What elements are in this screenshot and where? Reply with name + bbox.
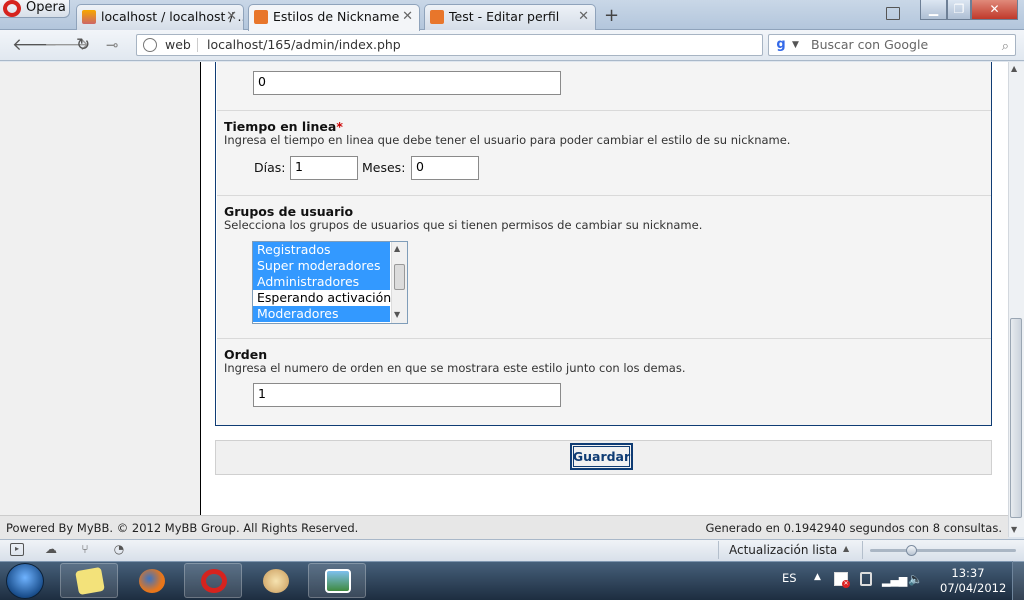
page-footer: Powered By MyBB. © 2012 MyBB Group. All … <box>0 515 1008 539</box>
online-time-label: Tiempo en linea* <box>224 119 343 134</box>
order-description: Ingresa el numero de orden en que se mos… <box>224 361 686 375</box>
zoom-slider-track[interactable] <box>870 549 1016 552</box>
mybb-icon <box>430 10 444 24</box>
form-row-online-time: Tiempo en linea* Ingresa el tiempo en li… <box>217 111 991 196</box>
show-desktop-button[interactable] <box>1012 561 1024 600</box>
taskbar-firefox[interactable] <box>122 563 180 598</box>
page-content: 0 Tiempo en linea* Ingresa el tiempo en … <box>0 62 1008 515</box>
taskbar-opera[interactable] <box>184 563 242 598</box>
scroll-up-icon[interactable]: ▲ <box>394 244 400 253</box>
footer-generation-time: Generado en 0.1942940 segundos con 8 con… <box>705 521 1002 535</box>
opera-icon <box>201 569 227 593</box>
address-bar[interactable]: web localhost/165/admin/index.php <box>136 34 763 56</box>
close-icon[interactable]: ✕ <box>226 5 237 29</box>
globe-icon <box>143 38 157 52</box>
tab-phpmyadmin[interactable]: localhost / localhost / ... ✕ <box>76 4 244 30</box>
months-label: Meses: <box>362 160 406 175</box>
form-row-top: 0 <box>217 62 991 111</box>
volume-icon[interactable]: 🔈 <box>908 572 923 586</box>
zoom-slider-handle[interactable] <box>906 545 917 556</box>
select-option[interactable]: Registrados <box>253 242 390 258</box>
close-window-button[interactable]: ✕ <box>971 0 1018 20</box>
online-time-description: Ingresa el tiempo en linea que debe tene… <box>224 133 791 147</box>
sticky-notes-icon <box>75 566 105 596</box>
scroll-down-icon[interactable]: ▼ <box>394 310 400 319</box>
clock-date: 07/04/2012 <box>940 581 1007 595</box>
select-option[interactable]: Administradores <box>253 274 390 290</box>
admin-sidebar <box>0 62 201 515</box>
power-icon[interactable] <box>860 572 872 586</box>
search-input[interactable]: g ▼ Buscar con Google ⌕ <box>768 34 1016 56</box>
months-input[interactable]: 0 <box>411 156 479 180</box>
form-row-order: Orden Ingresa el numero de orden en que … <box>217 339 991 425</box>
save-button[interactable]: Guardar <box>570 443 633 470</box>
order-input[interactable]: 1 <box>253 383 561 407</box>
taskbar-sticky-notes[interactable] <box>60 563 118 598</box>
tab-estilos-de-nickname[interactable]: Estilos de Nickname ✕ <box>248 4 420 31</box>
maximize-button[interactable]: ❐ <box>947 0 971 20</box>
phpmyadmin-icon <box>82 10 96 24</box>
online-time-label-text: Tiempo en linea <box>224 119 337 134</box>
address-divider <box>197 38 198 52</box>
reload-icon[interactable]: ↻ <box>76 36 90 54</box>
clock[interactable]: 13:37 07/04/2012 <box>940 566 1007 596</box>
tab-label: Estilos de Nickname <box>273 9 400 24</box>
opera-menu-label: Opera <box>26 0 66 15</box>
status-divider <box>862 541 863 559</box>
select-option[interactable]: Moderadores <box>253 306 390 322</box>
days-label: Días: <box>254 160 286 175</box>
trash-icon[interactable] <box>886 7 900 20</box>
scroll-down-icon[interactable]: ▼ <box>1011 525 1017 534</box>
taskbar-paint[interactable] <box>246 563 304 598</box>
photo-viewer-icon <box>325 569 351 593</box>
network-icon[interactable]: ▂▄▆ <box>882 574 907 587</box>
days-input[interactable]: 1 <box>290 156 358 180</box>
tab-label: localhost / localhost / ... <box>101 9 244 24</box>
speed-dial-icon[interactable]: ◔ <box>112 543 126 556</box>
share-icon[interactable]: ⑂ <box>78 543 92 556</box>
taskbar-photo-viewer[interactable] <box>308 563 366 598</box>
paint-icon <box>263 569 289 593</box>
opera-menu-button[interactable]: Opera <box>0 0 70 18</box>
close-icon[interactable]: ✕ <box>578 5 589 29</box>
action-center-flag-icon[interactable]: ✕ <box>834 572 850 588</box>
tab-test-editar-perfil[interactable]: Test - Editar perfil ✕ <box>424 4 596 30</box>
key-icon[interactable]: ⊸ <box>106 36 119 54</box>
cloud-icon[interactable]: ☁ <box>44 543 58 556</box>
opera-logo-icon <box>3 0 21 17</box>
page-scroll-thumb[interactable] <box>1010 318 1022 518</box>
windows-start-button[interactable] <box>6 563 44 599</box>
scroll-up-icon[interactable]: ▲ <box>1011 64 1017 73</box>
listbox-scroll-thumb[interactable] <box>394 264 405 290</box>
google-icon[interactable]: g <box>772 37 790 53</box>
search-icon[interactable]: ⌕ <box>1002 37 1009 57</box>
clock-time: 13:37 <box>951 566 985 580</box>
user-groups-description: Selecciona los grupos de usuarios que si… <box>224 218 703 232</box>
new-tab-icon[interactable]: + <box>604 7 619 25</box>
panel-toggle-icon[interactable]: ▸ <box>10 543 24 556</box>
footer-copyright: Powered By MyBB. © 2012 MyBB Group. All … <box>6 521 359 535</box>
close-icon[interactable]: ✕ <box>402 5 413 29</box>
chevron-up-icon[interactable]: ▲ <box>814 572 821 582</box>
user-groups-label: Grupos de usuario <box>224 204 354 219</box>
top-input[interactable]: 0 <box>253 71 561 95</box>
search-placeholder: Buscar con Google <box>811 37 929 52</box>
listbox-scrollbar[interactable]: ▲ ▼ <box>391 242 407 323</box>
user-groups-select[interactable]: Registrados Super moderadores Administra… <box>252 241 408 324</box>
select-option[interactable]: Esperando activación <box>253 290 391 306</box>
address-prefix: web <box>165 37 191 52</box>
address-url: localhost/165/admin/index.php <box>207 37 401 52</box>
minimize-button[interactable]: ▁ <box>920 0 947 20</box>
language-indicator[interactable]: ES <box>782 571 797 585</box>
status-divider <box>718 541 719 559</box>
order-label: Orden <box>224 347 268 362</box>
tab-label: Test - Editar perfil <box>449 9 560 24</box>
update-status: Actualización lista <box>729 543 838 557</box>
chevron-down-icon[interactable]: ▼ <box>792 35 799 55</box>
select-option[interactable]: Super moderadores <box>253 258 390 274</box>
required-mark: * <box>336 119 343 134</box>
firefox-icon <box>139 569 165 593</box>
mybb-icon <box>254 10 268 24</box>
chevron-up-icon[interactable]: ▲ <box>843 544 849 553</box>
